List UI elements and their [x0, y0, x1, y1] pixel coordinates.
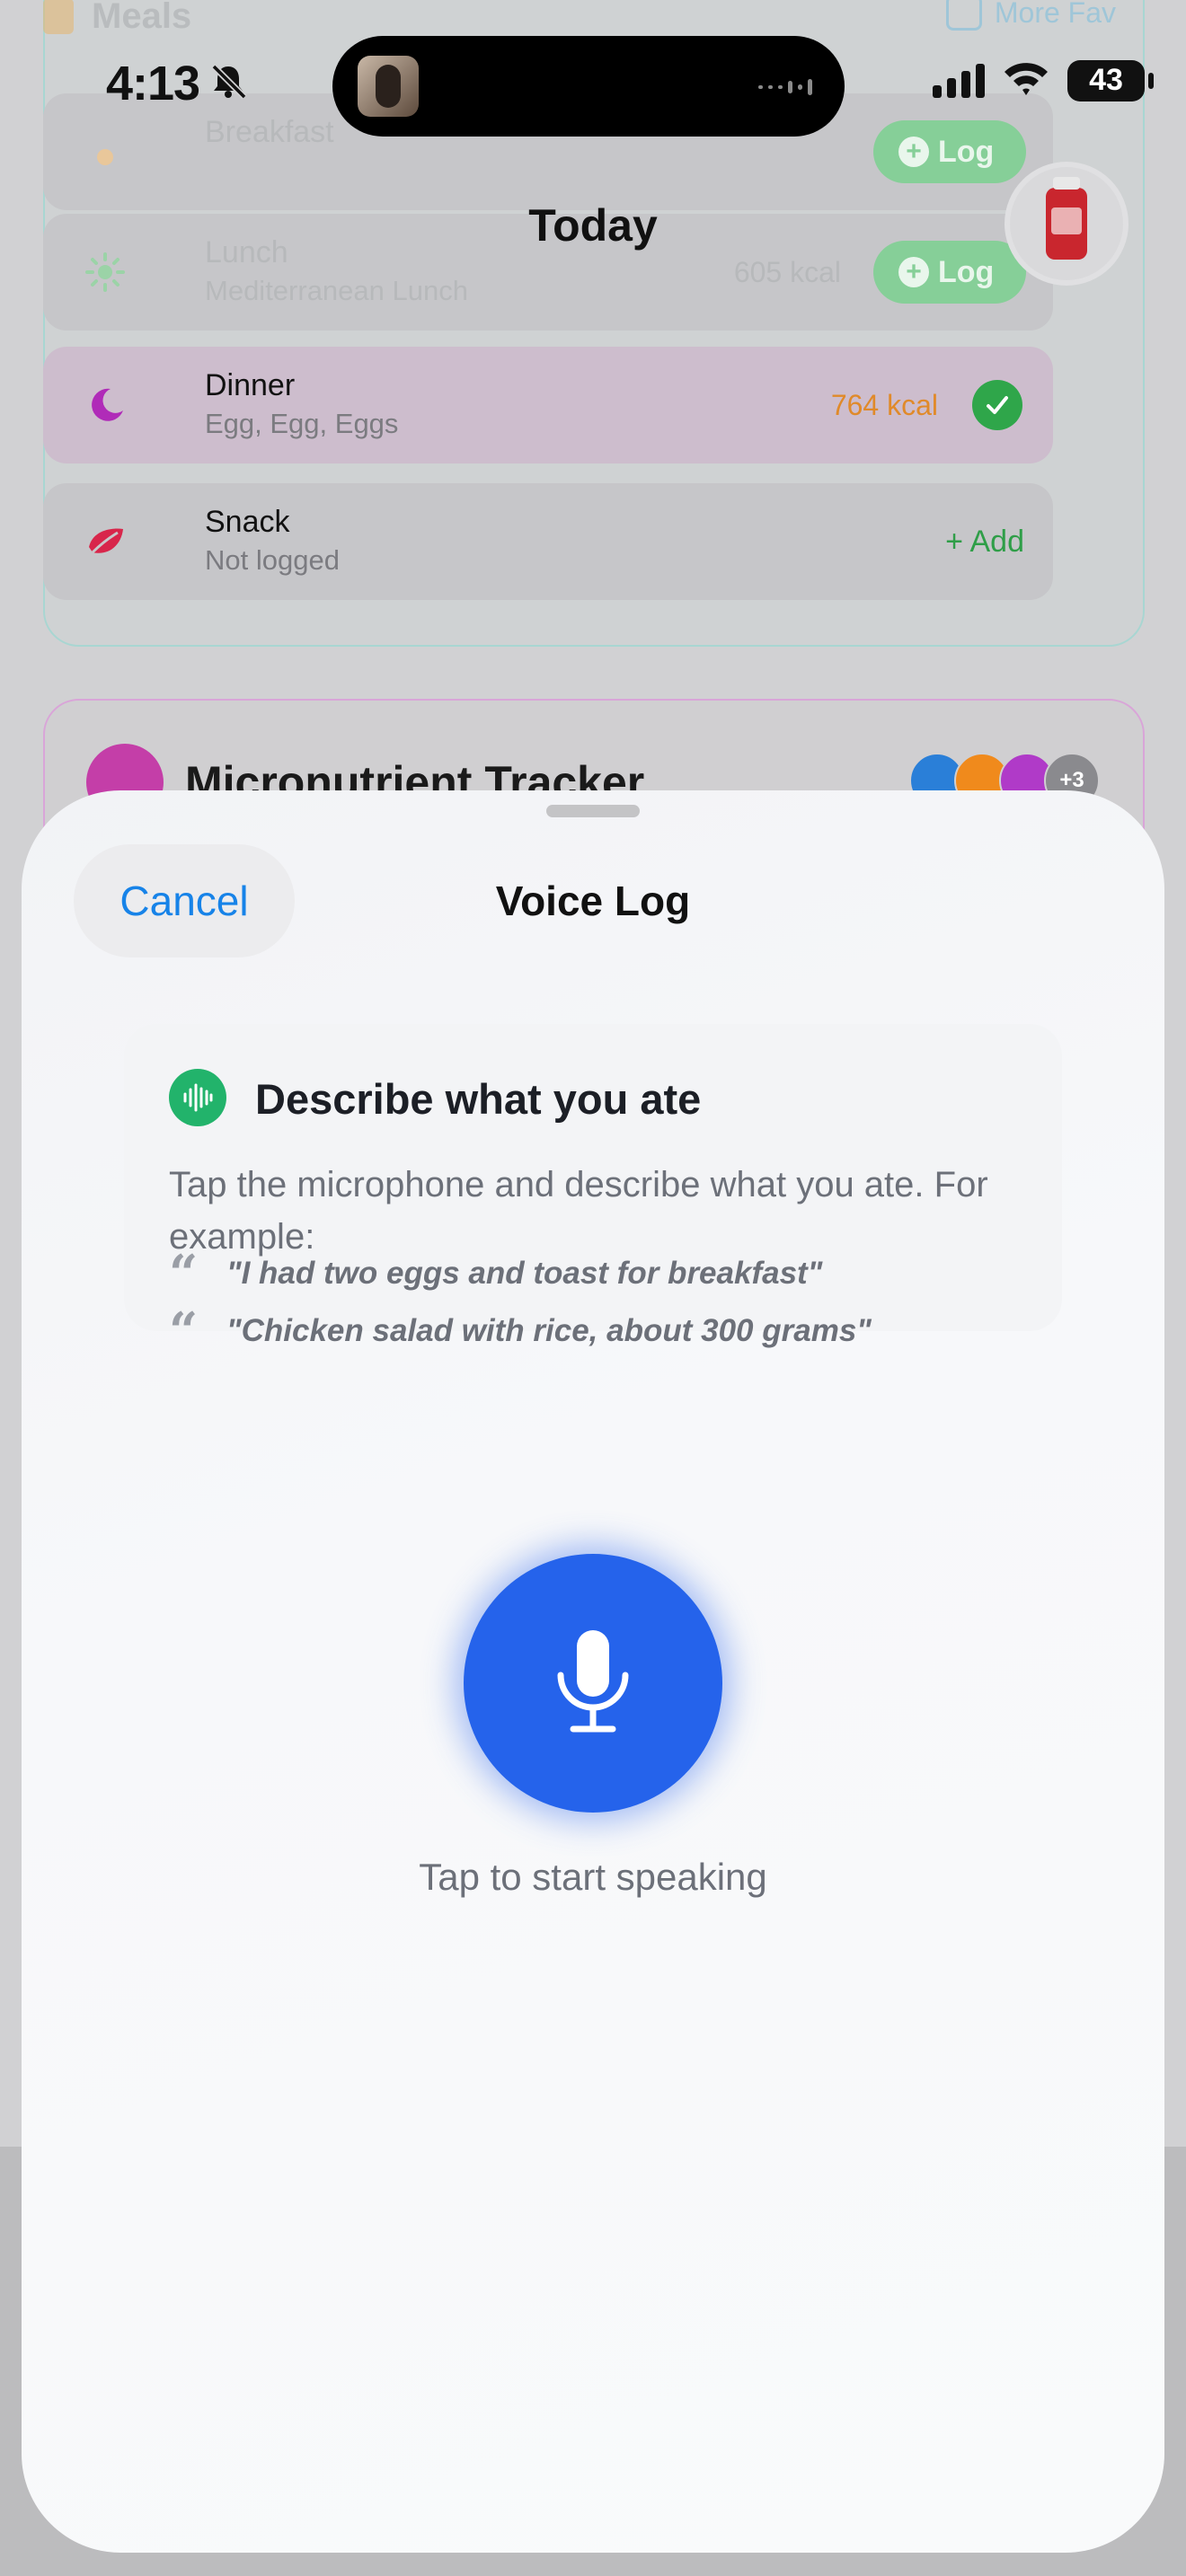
sheet-grabber[interactable]	[546, 805, 640, 817]
meal-subtitle: Mediterranean Lunch	[205, 275, 468, 306]
more-favorites-link[interactable]: More Fav	[945, 0, 1116, 31]
meals-icon	[43, 0, 74, 34]
status-indicators: 43	[933, 59, 1154, 101]
meal-row-dinner[interactable]: Dinner Egg, Egg, Eggs 764 kcal	[43, 347, 1053, 463]
microphone-caption: Tap to start speaking	[419, 1856, 767, 1898]
example-text: "I had two eggs and toast for breakfast"	[226, 1256, 823, 1291]
sheet-title: Voice Log	[495, 878, 691, 924]
bell-slash-icon	[208, 61, 248, 105]
quote-icon: “	[169, 1301, 199, 1361]
plus-icon: +	[898, 257, 929, 287]
voice-log-sheet: Cancel Voice Log Describe what you ate T…	[22, 790, 1164, 2553]
dynamic-island[interactable]	[332, 36, 845, 137]
log-label: Log	[938, 134, 995, 169]
log-breakfast-button[interactable]: + Log	[873, 120, 1026, 183]
example-item: “ "Chicken salad with rice, about 300 gr…	[169, 1301, 872, 1361]
meal-subtitle: Egg, Egg, Eggs	[205, 408, 399, 439]
waveform-icon	[169, 1069, 226, 1126]
meal-name: Snack	[205, 505, 290, 539]
example-text: "Chicken salad with rice, about 300 gram…	[226, 1313, 872, 1348]
meal-subtitle: Not logged	[205, 544, 340, 576]
sunrise-icon	[81, 128, 129, 176]
meal-row-snack[interactable]: Snack Not logged + Add	[43, 483, 1053, 600]
quote-icon: “	[169, 1244, 199, 1303]
meal-name: Dinner	[205, 368, 296, 402]
meal-kcal: 605 kcal	[733, 255, 841, 288]
instructions-body: Tap the microphone and describe what you…	[169, 1165, 988, 1257]
more-favorites-label: More Fav	[994, 0, 1116, 29]
example-item: “ "I had two eggs and toast for breakfas…	[169, 1244, 823, 1303]
meal-name: Breakfast	[205, 115, 334, 149]
meals-header: Meals	[43, 0, 191, 41]
sun-icon	[81, 248, 129, 296]
microphone-button[interactable]	[464, 1554, 722, 1813]
log-label: Log	[938, 254, 995, 289]
add-snack-button[interactable]: + Add	[945, 525, 1024, 560]
meal-kcal: 764 kcal	[830, 388, 938, 421]
audio-wave-icon	[758, 79, 812, 95]
moon-icon	[81, 381, 129, 429]
wifi-icon	[1001, 59, 1051, 101]
leaf-icon	[81, 517, 129, 566]
status-time: 4:13	[106, 57, 200, 110]
battery-indicator: 43	[1067, 59, 1154, 101]
now-playing-thumbnail	[358, 56, 419, 117]
bookmark-icon	[945, 0, 982, 31]
meals-title: Meals	[92, 0, 192, 36]
cellular-signal-icon	[933, 63, 985, 98]
microphone-icon	[557, 1630, 629, 1733]
supplement-button[interactable]	[1010, 167, 1123, 280]
supplement-bottle-icon	[1046, 177, 1087, 260]
checkmark-icon	[972, 380, 1022, 430]
instructions-heading: Describe what you ate	[255, 1075, 702, 1123]
page-title: Today	[528, 200, 658, 251]
instructions-card: Describe what you ate Tap the microphone…	[124, 1024, 1062, 1356]
plus-icon: +	[898, 137, 929, 167]
